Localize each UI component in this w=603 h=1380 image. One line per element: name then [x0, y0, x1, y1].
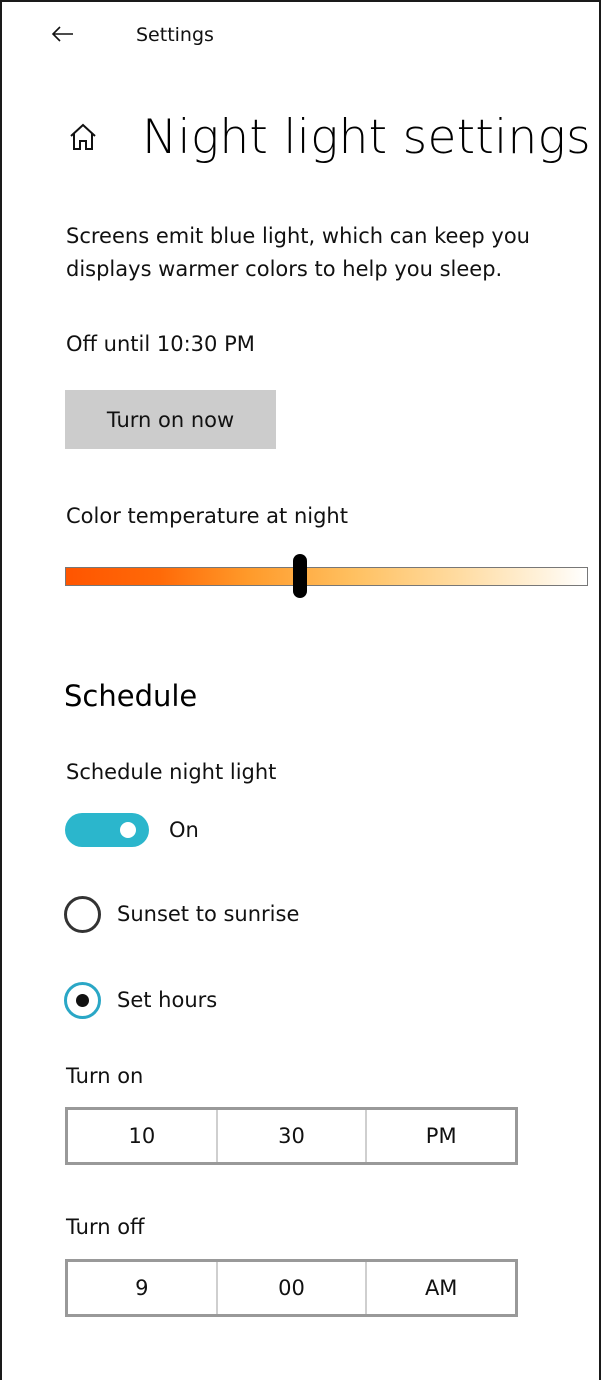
turn-off-minute[interactable]: 00 [218, 1262, 368, 1314]
radio-button-selected[interactable] [64, 981, 101, 1019]
color-temperature-slider[interactable] [65, 567, 588, 586]
radio-label-set-hours: Set hours [117, 988, 218, 1012]
title-bar: Settings [2, 2, 599, 66]
turn-on-label: Turn on [66, 1064, 144, 1088]
turn-on-period[interactable]: PM [367, 1110, 515, 1162]
back-button[interactable] [38, 14, 88, 54]
turn-on-now-button[interactable]: Turn on now [65, 390, 276, 449]
page-title: Night light settings [142, 109, 591, 165]
night-light-status: Off until 10:30 PM [66, 332, 255, 356]
schedule-heading: Schedule [64, 679, 198, 713]
radio-button-unselected[interactable] [64, 895, 101, 933]
turn-off-label: Turn off [66, 1215, 145, 1239]
color-temperature-slider-thumb[interactable] [293, 554, 308, 598]
page-header: Night light settings [68, 102, 591, 172]
turn-off-period[interactable]: AM [367, 1262, 515, 1314]
schedule-toggle-row: On [65, 812, 199, 848]
home-icon [70, 123, 96, 150]
window-title: Settings [136, 24, 214, 46]
description-text: Screens emit blue light, which can keep … [66, 224, 530, 281]
settings-window: Settings Night light settings Screens em… [0, 0, 601, 1380]
schedule-night-light-label: Schedule night light [66, 760, 277, 784]
turn-off-hour[interactable]: 9 [68, 1262, 218, 1314]
radio-label-sunset-to-sunrise: Sunset to sunrise [117, 902, 300, 926]
toggle-knob [120, 822, 136, 838]
radio-selected-dot [76, 993, 89, 1007]
schedule-night-light-toggle[interactable] [65, 813, 149, 847]
turn-off-time-picker[interactable]: 9 00 AM [65, 1259, 518, 1317]
radio-sunset-to-sunrise[interactable]: Sunset to sunrise [64, 894, 299, 934]
turn-on-minute[interactable]: 30 [218, 1110, 368, 1162]
turn-on-time-picker[interactable]: 10 30 PM [65, 1107, 518, 1165]
back-arrow-icon [51, 26, 73, 42]
toggle-state-label: On [169, 818, 199, 842]
turn-on-hour[interactable]: 10 [68, 1110, 218, 1162]
radio-set-hours[interactable]: Set hours [64, 980, 217, 1020]
color-temperature-label: Color temperature at night [66, 504, 348, 528]
